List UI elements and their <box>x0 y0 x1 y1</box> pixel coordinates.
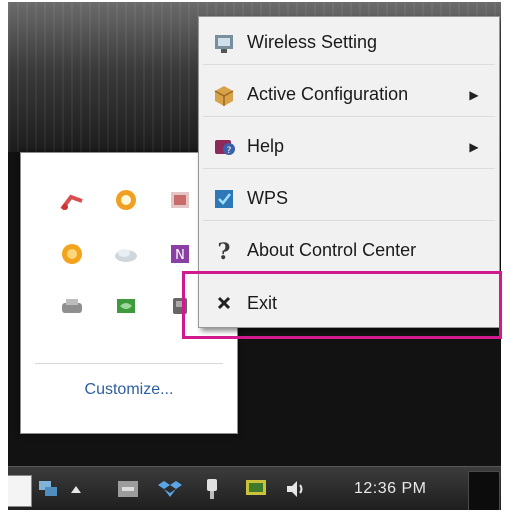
menu-item-label: Wireless Setting <box>247 32 378 52</box>
show-desktop-button[interactable] <box>468 471 500 510</box>
network-icon[interactable] <box>36 477 60 501</box>
menu-item-wireless-setting[interactable]: Wireless Setting <box>203 21 495 65</box>
nvidia-icon[interactable] <box>113 293 139 319</box>
onenote-icon[interactable]: N <box>167 241 193 267</box>
submenu-arrow-icon: ▶ <box>469 139 479 154</box>
submenu-arrow-icon: ▶ <box>469 87 479 102</box>
menu-item-help[interactable]: ? Help ▶ <box>203 125 495 169</box>
volume-icon[interactable] <box>284 477 308 501</box>
white-cloud-icon[interactable] <box>113 241 139 267</box>
svg-text:?: ? <box>218 239 231 264</box>
wireless-setting-icon <box>209 28 239 58</box>
orange-gear-icon[interactable] <box>113 187 139 213</box>
menu-item-label: Help <box>247 136 285 156</box>
network-red-icon[interactable] <box>59 189 85 215</box>
flyout-divider <box>35 363 223 364</box>
printer-icon[interactable] <box>59 293 85 319</box>
safely-remove-icon[interactable] <box>200 477 224 501</box>
app-tile-icon[interactable] <box>167 187 193 213</box>
control-center-context-menu: Wireless Setting Active Configuration ▶ … <box>198 16 500 328</box>
taskbar-clock[interactable]: 12:36 PM <box>354 480 426 498</box>
menu-item-exit[interactable]: Exit <box>203 281 495 325</box>
menu-item-label: WPS <box>247 188 289 208</box>
menu-item-label: Active Configuration <box>247 84 409 104</box>
menu-item-wps[interactable]: WPS <box>203 177 495 221</box>
taskbar-search-box[interactable] <box>8 475 32 507</box>
menu-item-label: About Control Center <box>247 240 417 260</box>
help-book-icon: ? <box>209 132 239 162</box>
question-mark-icon: ? <box>209 236 239 266</box>
configuration-box-icon <box>209 80 239 110</box>
close-x-icon <box>209 288 239 318</box>
dropbox-icon[interactable] <box>158 477 182 501</box>
show-hidden-arrow-icon[interactable] <box>64 477 88 501</box>
svg-text:N: N <box>175 248 185 263</box>
device-icon[interactable] <box>167 293 193 319</box>
menu-item-active-configuration[interactable]: Active Configuration ▶ <box>203 73 495 117</box>
display-icon[interactable] <box>244 477 268 501</box>
customize-link[interactable]: Customize... <box>21 381 237 399</box>
taskbar: 12:36 PM <box>8 466 501 510</box>
menu-item-label: Exit <box>247 292 278 313</box>
menu-item-about-control-center[interactable]: ? About Control Center <box>203 229 495 273</box>
app-window-icon[interactable] <box>116 477 140 501</box>
orange-circle-icon[interactable] <box>59 241 85 267</box>
svg-text:?: ? <box>227 146 232 156</box>
wps-icon <box>209 184 239 214</box>
desktop-screen: N Customize... Wireless Setting Active C… <box>8 2 501 510</box>
